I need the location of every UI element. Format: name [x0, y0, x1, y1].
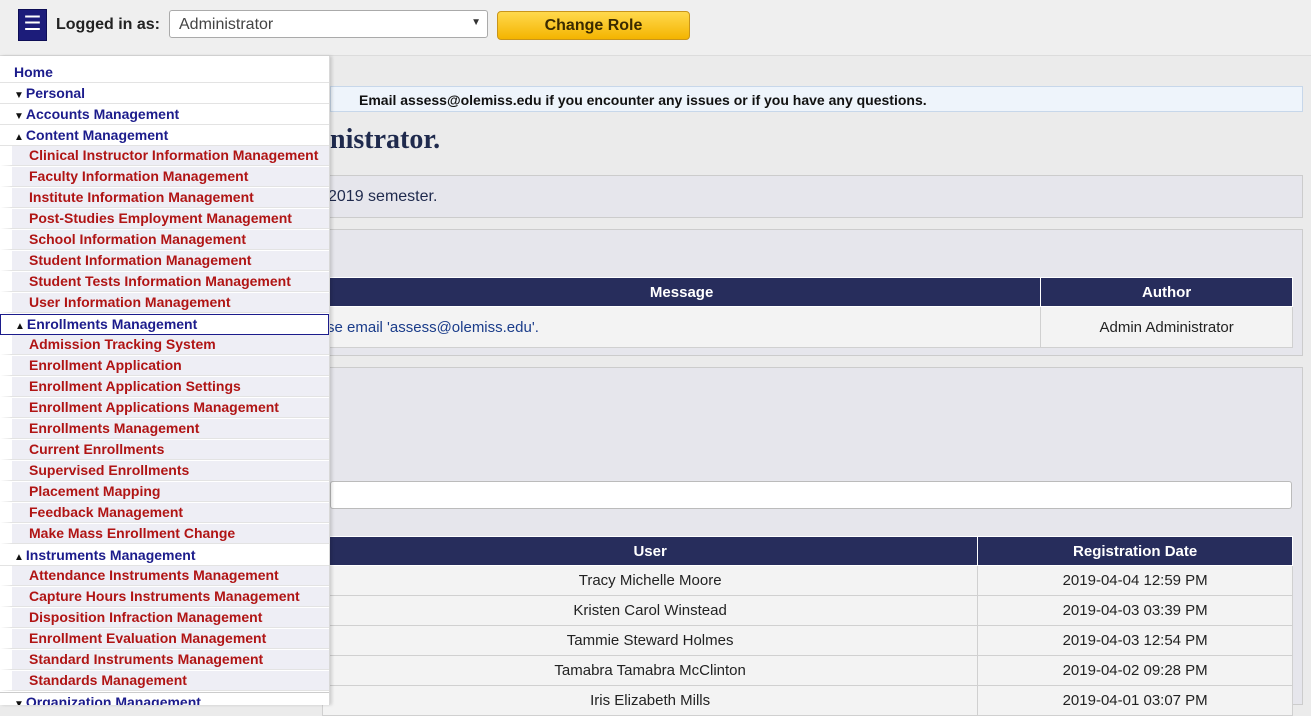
- caret-down-icon: ▼: [14, 90, 24, 101]
- sidebar-item-enrollment-apps-mgmt[interactable]: Enrollment Applications Management: [0, 398, 329, 418]
- caret-up-icon: ▲: [15, 321, 25, 332]
- sidebar-item-capture-hours[interactable]: Capture Hours Instruments Management: [0, 587, 329, 607]
- user-cell: Tracy Michelle Moore: [321, 565, 979, 596]
- table-row[interactable]: Iris Elizabeth Mills 2019-04-01 03:07 PM: [321, 685, 1293, 716]
- sidebar-item-standards-mgmt[interactable]: Standards Management: [0, 671, 329, 691]
- date-cell: 2019-04-03 03:39 PM: [977, 595, 1293, 626]
- sidebar-item-supervised-enrollments[interactable]: Supervised Enrollments: [0, 461, 329, 481]
- caret-up-icon: ▲: [14, 132, 24, 143]
- caret-down-icon: ▼: [14, 111, 24, 122]
- sidebar-item-institute[interactable]: Institute Information Management: [0, 188, 329, 208]
- user-column-header[interactable]: User: [321, 536, 979, 566]
- sidebar-item-disposition-infraction[interactable]: Disposition Infraction Management: [0, 608, 329, 628]
- table-row: se email 'assess@olemiss.edu'. Admin Adm…: [321, 306, 1293, 348]
- caret-down-icon: ▼: [14, 699, 24, 705]
- sidebar-section-enrollments[interactable]: ▲ Enrollments Management: [0, 314, 329, 335]
- sidebar-section-content[interactable]: ▲ Content Management: [0, 126, 329, 146]
- sidebar-item-admission-tracking[interactable]: Admission Tracking System: [0, 335, 329, 355]
- support-notice: Email assess@olemiss.edu if you encounte…: [330, 86, 1303, 112]
- sidebar-item-label: Organization Management: [25, 694, 201, 705]
- semester-info: 2019 semester.: [322, 175, 1303, 218]
- semester-text: 2019 semester.: [328, 188, 438, 205]
- sidebar-item-enrollment-application[interactable]: Enrollment Application: [0, 356, 329, 376]
- sidebar-item-label: Personal: [25, 85, 86, 101]
- top-bar: ☰ Logged in as: Administrator ▼ Change R…: [0, 0, 1311, 56]
- sidebar-item-attendance-instruments[interactable]: Attendance Instruments Management: [0, 566, 329, 586]
- sidebar-item-home[interactable]: Home: [0, 63, 329, 83]
- welcome-heading: nistrator.: [330, 124, 441, 155]
- sidebar-item-enrollment-evaluation[interactable]: Enrollment Evaluation Management: [0, 629, 329, 649]
- user-cell: Tammie Steward Holmes: [321, 625, 979, 656]
- author-column-header[interactable]: Author: [1040, 277, 1293, 307]
- message-link[interactable]: se email 'assess@olemiss.edu'.: [321, 306, 1042, 348]
- role-select-value: Administrator: [179, 16, 274, 33]
- change-role-button[interactable]: Change Role: [497, 11, 690, 40]
- sidebar-item-enrollments-mgmt[interactable]: Enrollments Management: [0, 419, 329, 439]
- sidebar-item-student-tests[interactable]: Student Tests Information Management: [0, 272, 329, 292]
- logged-in-label: Logged in as:: [56, 16, 160, 33]
- sidebar-section-personal[interactable]: ▼ Personal: [0, 84, 329, 104]
- sidebar-item-label: Content Management: [25, 127, 169, 143]
- date-cell: 2019-04-03 12:54 PM: [977, 625, 1293, 656]
- date-cell: 2019-04-01 03:07 PM: [977, 685, 1293, 716]
- date-cell: 2019-04-04 12:59 PM: [977, 565, 1293, 596]
- caret-up-icon: ▲: [14, 552, 24, 563]
- date-cell: 2019-04-02 09:28 PM: [977, 655, 1293, 686]
- sidebar-item-feedback-mgmt[interactable]: Feedback Management: [0, 503, 329, 523]
- user-cell: Iris Elizabeth Mills: [321, 685, 979, 716]
- registration-date-column-header[interactable]: Registration Date: [977, 536, 1293, 566]
- table-row[interactable]: Tamabra Tamabra McClinton 2019-04-02 09:2…: [321, 655, 1293, 686]
- sidebar-item-label: Enrollments Management: [26, 316, 198, 332]
- sidebar-item-label: Accounts Management: [25, 106, 180, 122]
- table-row[interactable]: Tracy Michelle Moore 2019-04-04 12:59 PM: [321, 565, 1293, 596]
- sidebar-item-faculty[interactable]: Faculty Information Management: [0, 167, 329, 187]
- message-column-header[interactable]: Message: [321, 277, 1042, 307]
- hamburger-menu-icon[interactable]: ☰: [18, 9, 47, 41]
- sidebar-section-accounts[interactable]: ▼ Accounts Management: [0, 105, 329, 125]
- sidebar-section-instruments[interactable]: ▲ Instruments Management: [0, 546, 329, 566]
- sidebar-item-mass-enrollment-change[interactable]: Make Mass Enrollment Change: [0, 524, 329, 544]
- user-cell: Tamabra Tamabra McClinton: [321, 655, 979, 686]
- sidebar-item-school[interactable]: School Information Management: [0, 230, 329, 250]
- author-cell: Admin Administrator: [1040, 306, 1293, 348]
- role-select[interactable]: Administrator ▼: [169, 10, 488, 38]
- sidebar-item-label: Home: [14, 64, 53, 80]
- sidebar-item-enrollment-app-settings[interactable]: Enrollment Application Settings: [0, 377, 329, 397]
- messages-table: Message Author se email 'assess@olemiss.…: [321, 277, 1293, 348]
- sidebar-item-placement-mapping[interactable]: Placement Mapping: [0, 482, 329, 502]
- sidebar-item-user-info[interactable]: User Information Management: [0, 293, 329, 313]
- sidebar-item-current-enrollments[interactable]: Current Enrollments: [0, 440, 329, 460]
- search-input[interactable]: [330, 481, 1292, 509]
- sidebar-nav: Home ▼ Personal ▼ Accounts Management ▲ Con…: [0, 56, 330, 705]
- sidebar-item-standard-instruments[interactable]: Standard Instruments Management: [0, 650, 329, 670]
- table-row[interactable]: Tammie Steward Holmes 2019-04-03 12:54 PM: [321, 625, 1293, 656]
- sidebar-item-clinical-instructor[interactable]: Clinical Instructor Information Manageme…: [0, 146, 329, 166]
- sidebar-item-student-info[interactable]: Student Information Management: [0, 251, 329, 271]
- table-row[interactable]: Kristen Carol Winstead 2019-04-03 03:39 P…: [321, 595, 1293, 626]
- user-cell: Kristen Carol Winstead: [321, 595, 979, 626]
- sidebar-section-organization[interactable]: ▼ Organization Management: [0, 692, 329, 705]
- registrations-table: User Registration Date Tracy Michelle Mo…: [321, 536, 1293, 716]
- sidebar-item-post-studies[interactable]: Post-Studies Employment Management: [0, 209, 329, 229]
- chevron-down-icon: ▼: [471, 17, 481, 28]
- sidebar-item-label: Instruments Management: [25, 547, 196, 563]
